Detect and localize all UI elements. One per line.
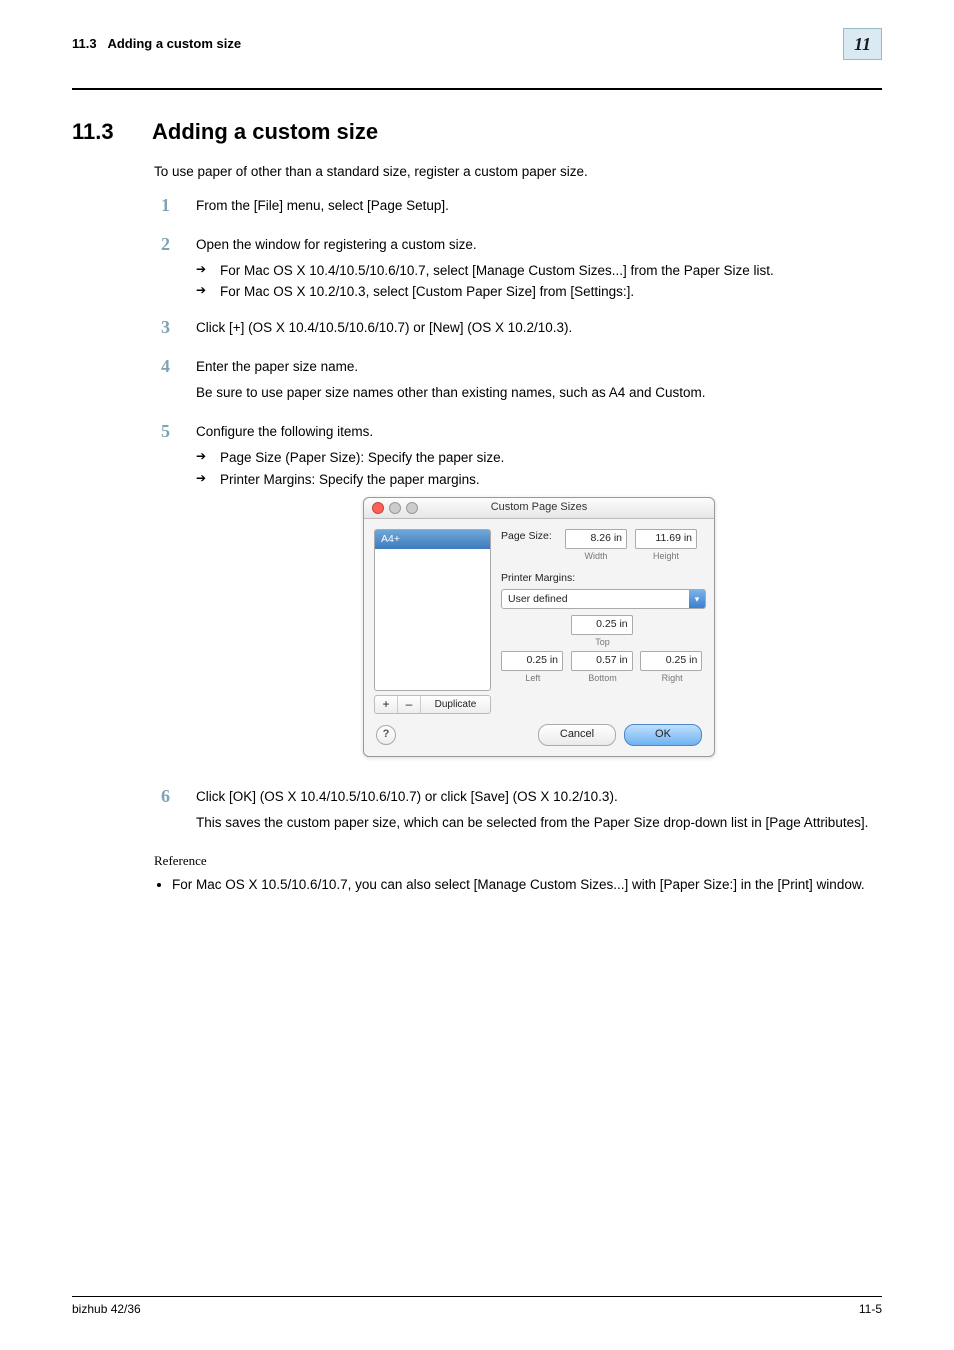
traffic-lights (372, 502, 418, 514)
step-paragraph: This saves the custom paper size, which … (196, 813, 882, 833)
step-paragraph: Be sure to use paper size names other th… (196, 383, 882, 403)
section-number: 11.3 (72, 116, 126, 148)
margin-left-input[interactable]: 0.25 in (501, 651, 563, 671)
arrow-item: For Mac OS X 10.2/10.3, select [Custom P… (196, 282, 882, 302)
step-paragraph: Open the window for registering a custom… (196, 235, 882, 255)
margin-left-caption: Left (501, 672, 565, 685)
step-paragraph: Enter the paper size name. (196, 357, 882, 377)
printer-margins-value: User defined (502, 592, 689, 607)
step-paragraph: Click [+] (OS X 10.4/10.5/10.6/10.7) or … (196, 318, 882, 338)
close-icon[interactable] (372, 502, 384, 514)
chevron-updown-icon: ▾ (689, 590, 705, 608)
section-heading-text: Adding a custom size (152, 116, 378, 148)
zoom-icon (406, 502, 418, 514)
remove-button[interactable]: – (398, 696, 421, 713)
chapter-number-tab: 11 (843, 28, 882, 60)
duplicate-button[interactable]: Duplicate (421, 696, 490, 713)
step: 6 Click [OK] (OS X 10.4/10.5/10.6/10.7) o… (154, 787, 882, 838)
printer-margins-select[interactable]: User defined ▾ (501, 589, 706, 609)
margin-top-input[interactable]: 0.25 in (571, 615, 633, 635)
cancel-button[interactable]: Cancel (538, 724, 616, 746)
reference-bullet: For Mac OS X 10.5/10.6/10.7, you can als… (172, 875, 882, 895)
step: 2 Open the window for registering a custo… (154, 235, 882, 304)
header-rule (72, 88, 882, 90)
width-input[interactable]: 8.26 in (565, 529, 627, 549)
step: 5 Configure the following items. Page Size… (154, 422, 882, 773)
step-body: Configure the following items. Page Size … (196, 422, 882, 773)
step-paragraph: Click [OK] (OS X 10.4/10.5/10.6/10.7) or… (196, 787, 882, 807)
margin-bottom-caption: Bottom (571, 672, 635, 685)
height-input[interactable]: 11.69 in (635, 529, 697, 549)
arrow-item: Page Size (Paper Size): Specify the pape… (196, 448, 882, 468)
margin-top-caption: Top (571, 636, 635, 649)
step-body: Click [OK] (OS X 10.4/10.5/10.6/10.7) or… (196, 787, 882, 838)
step-number: 5 (154, 422, 170, 442)
add-button[interactable]: + (375, 696, 398, 713)
reference-heading: Reference (154, 852, 882, 871)
step-number: 2 (154, 235, 170, 255)
running-header: 11.3 Adding a custom size (72, 35, 241, 54)
arrow-list: Page Size (Paper Size): Specify the pape… (196, 448, 882, 489)
height-caption: Height (635, 550, 697, 563)
step-body: Enter the paper size name. Be sure to use… (196, 357, 882, 408)
footer-page-number: 11-5 (859, 1301, 882, 1318)
margin-bottom-input[interactable]: 0.57 in (571, 651, 633, 671)
list-item[interactable]: A4+ (375, 530, 490, 549)
arrow-item: For Mac OS X 10.4/10.5/10.6/10.7, select… (196, 261, 882, 281)
step: 3 Click [+] (OS X 10.4/10.5/10.6/10.7) or… (154, 318, 882, 344)
step-body: Open the window for registering a custom… (196, 235, 882, 304)
dialog-title: Custom Page Sizes (491, 500, 588, 516)
step: 1 From the [File] menu, select [Page Setu… (154, 196, 882, 222)
page-footer: bizhub 42/36 11-5 (72, 1296, 882, 1318)
step-body: From the [File] menu, select [Page Setup… (196, 196, 882, 222)
step: 4 Enter the paper size name. Be sure to us… (154, 357, 882, 408)
dialog-title-bar: Custom Page Sizes (364, 498, 714, 519)
step-number: 1 (154, 196, 170, 216)
step-body: Click [+] (OS X 10.4/10.5/10.6/10.7) or … (196, 318, 882, 344)
custom-sizes-list[interactable]: A4+ (374, 529, 491, 691)
list-toolbar: + – Duplicate (374, 695, 491, 714)
step-number: 4 (154, 357, 170, 377)
footer-model: bizhub 42/36 (72, 1301, 141, 1318)
margin-right-caption: Right (640, 672, 704, 685)
margin-right-input[interactable]: 0.25 in (640, 651, 702, 671)
intro-paragraph: To use paper of other than a standard si… (154, 162, 882, 182)
ok-button[interactable]: OK (624, 724, 702, 746)
printer-margins-label: Printer Margins: (501, 571, 704, 586)
help-button[interactable]: ? (376, 725, 396, 745)
step-number: 3 (154, 318, 170, 338)
page-size-label: Page Size: (501, 529, 557, 544)
arrow-item: Printer Margins: Specify the paper margi… (196, 470, 882, 490)
step-number: 6 (154, 787, 170, 807)
arrow-list: For Mac OS X 10.4/10.5/10.6/10.7, select… (196, 261, 882, 302)
width-caption: Width (565, 550, 627, 563)
custom-page-sizes-dialog: Custom Page Sizes A4+ + – Duplicate (363, 497, 715, 757)
minimize-icon (389, 502, 401, 514)
step-paragraph: Configure the following items. (196, 422, 882, 442)
step-paragraph: From the [File] menu, select [Page Setup… (196, 196, 882, 216)
section-title: 11.3 Adding a custom size (72, 116, 882, 148)
